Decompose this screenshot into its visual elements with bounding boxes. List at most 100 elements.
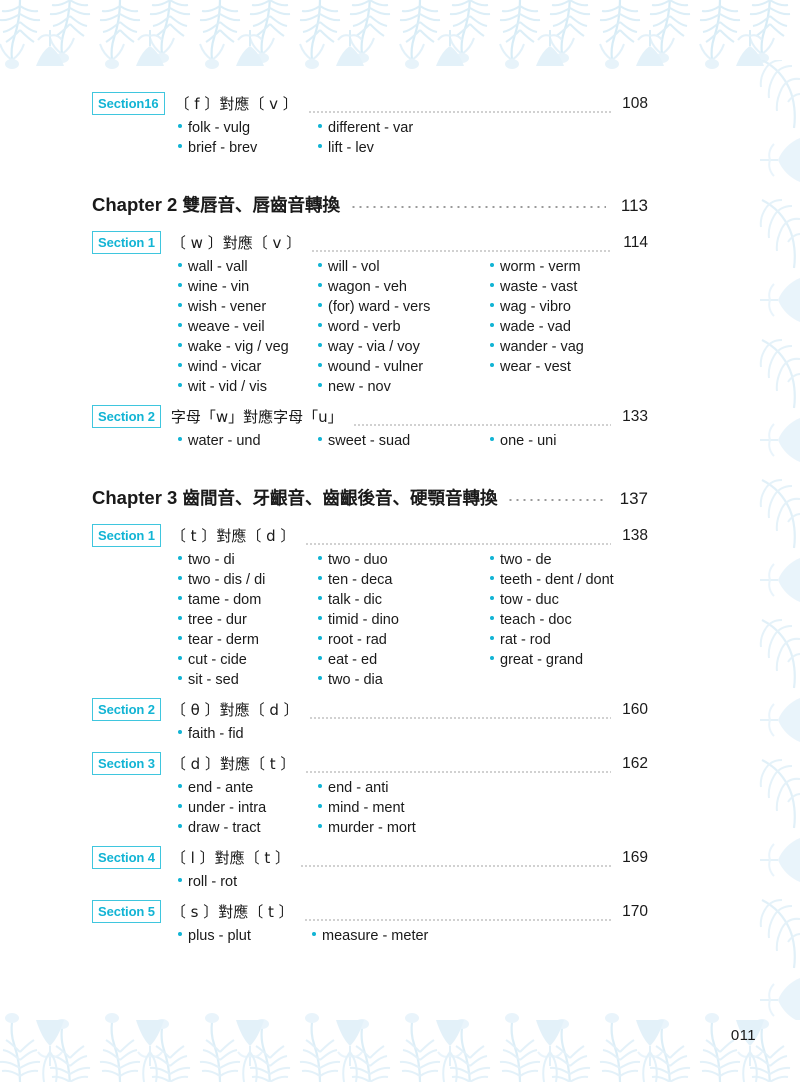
section-row[interactable]: Section 2 字母「w」對應字母「u」 133 [92,405,648,428]
entry-label: word - verb [328,319,401,335]
list-item[interactable]: sweet - suad [318,431,490,451]
entry-grid: faith - fid [178,724,648,744]
list-item[interactable]: root - rad [318,630,490,650]
list-item[interactable]: great - grand [490,650,670,670]
section-page-number: 162 [622,754,648,772]
list-item[interactable]: weave - veil [178,317,318,337]
list-item[interactable]: will - vol [318,257,490,277]
list-item[interactable]: roll - rot [178,872,478,892]
section-badge: Section 2 [92,405,161,428]
list-item[interactable]: mind - ment [318,798,618,818]
section-block: Section 4 〔 l 〕對應〔 t 〕 169 roll - rot [92,846,648,892]
list-item[interactable]: timid - dino [318,610,490,630]
list-item[interactable]: folk - vulg [178,118,318,138]
list-item[interactable]: worm - verm [490,257,670,277]
section-block: Section 5 〔 s 〕對應〔 t 〕 170 plus - plut measu… [92,900,648,946]
list-item[interactable]: wade - vad [490,317,670,337]
bullet-icon [490,576,494,580]
list-item[interactable]: wag - vibro [490,297,670,317]
list-item[interactable]: tear - derm [178,630,318,650]
list-item[interactable]: plus - plut [178,926,312,946]
list-item[interactable]: two - duo [318,550,490,570]
list-item[interactable]: one - uni [490,431,670,451]
list-item[interactable]: rat - rod [490,630,670,650]
list-item[interactable]: two - de [490,550,670,570]
list-item[interactable]: sit - sed [178,670,318,690]
entry-label: way - via / voy [328,339,420,355]
section-row[interactable]: Section 3 〔 d 〕對應〔 t 〕 162 [92,752,648,775]
section-row[interactable]: Section 4 〔 l 〕對應〔 t 〕 169 [92,846,648,869]
bullet-icon [178,343,182,347]
entry-label: will - vol [328,259,380,275]
list-item[interactable]: wake - vig / veg [178,337,318,357]
list-item[interactable]: eat - ed [318,650,490,670]
list-item[interactable]: wander - vag [490,337,670,357]
section-row[interactable]: Section 5 〔 s 〕對應〔 t 〕 170 [92,900,648,923]
list-item[interactable]: tame - dom [178,590,318,610]
list-item[interactable]: wind - vicar [178,357,318,377]
entry-label: timid - dino [328,612,399,628]
section-row[interactable]: Section16 〔 f 〕對應〔 v 〕 108 [92,92,648,115]
list-item[interactable]: way - via / voy [318,337,490,357]
leader-dots [308,708,611,719]
entry-label: teach - doc [500,612,572,628]
list-item[interactable]: wound - vulner [318,357,490,377]
list-item[interactable]: end - ante [178,778,318,798]
list-item[interactable]: (for) ward - vers [318,297,490,317]
list-item[interactable]: different - var [318,118,618,138]
list-item[interactable]: two - dia [318,670,490,690]
chapter-row[interactable]: Chapter 2 雙唇音、唇齒音轉換 113 [92,192,648,217]
list-item[interactable]: faith - fid [178,724,478,744]
bullet-icon [318,383,322,387]
list-item[interactable]: wall - vall [178,257,318,277]
list-item[interactable]: two - di [178,550,318,570]
entry-grid: roll - rot [178,872,648,892]
bullet-icon [178,144,182,148]
list-item[interactable]: ten - deca [318,570,490,590]
entry-label: new - nov [328,379,391,395]
entry-grid: wall - vall wine - vin wish - vener weave -… [178,257,648,397]
list-item[interactable]: measure - meter [312,926,612,946]
section-row[interactable]: Section 1 〔 t 〕對應〔 d 〕 138 [92,524,648,547]
chapter-label: Chapter 2 [92,194,178,215]
bullet-icon [318,263,322,267]
list-item[interactable]: lift - lev [318,138,618,158]
entry-label: lift - lev [328,140,374,156]
list-item[interactable]: new - nov [318,377,490,397]
leader-dots [349,194,606,208]
list-item[interactable]: waste - vast [490,277,670,297]
chapter-row[interactable]: Chapter 3 齒間音、牙齦音、齒齦後音、硬顎音轉換 137 [92,485,648,510]
bullet-icon [318,343,322,347]
list-item[interactable]: word - verb [318,317,490,337]
list-item[interactable]: tow - duc [490,590,670,610]
list-item[interactable]: teeth - dent / dont [490,570,670,590]
bullet-icon [490,283,494,287]
list-item[interactable]: tree - dur [178,610,318,630]
list-item[interactable]: wit - vid / vis [178,377,318,397]
section-row[interactable]: Section 2 〔 θ 〕對應〔 d 〕 160 [92,698,648,721]
entry-label: wade - vad [500,319,571,335]
list-item[interactable]: under - intra [178,798,318,818]
entry-label: wagon - veh [328,279,407,295]
list-item[interactable]: wear - vest [490,357,670,377]
section-row[interactable]: Section 1 〔 w 〕對應〔 v 〕 114 [92,231,648,254]
leader-dots [307,102,611,113]
list-item[interactable]: two - dis / di [178,570,318,590]
list-item[interactable]: murder - mort [318,818,618,838]
section-page-number: 138 [622,526,648,544]
bullet-icon [318,636,322,640]
list-item[interactable]: draw - tract [178,818,318,838]
page-number: 011 [730,1027,756,1044]
leader-dots [305,534,611,545]
list-item[interactable]: wine - vin [178,277,318,297]
list-item[interactable]: end - anti [318,778,618,798]
list-item[interactable]: brief - brev [178,138,318,158]
list-item[interactable]: teach - doc [490,610,670,630]
list-item[interactable]: wish - vener [178,297,318,317]
list-item[interactable]: water - und [178,431,318,451]
section-title: 字母「w」對應字母「u」 [170,408,343,426]
entry-label: wound - vulner [328,359,424,375]
list-item[interactable]: cut - cide [178,650,318,670]
list-item[interactable]: talk - dic [318,590,490,610]
list-item[interactable]: wagon - veh [318,277,490,297]
